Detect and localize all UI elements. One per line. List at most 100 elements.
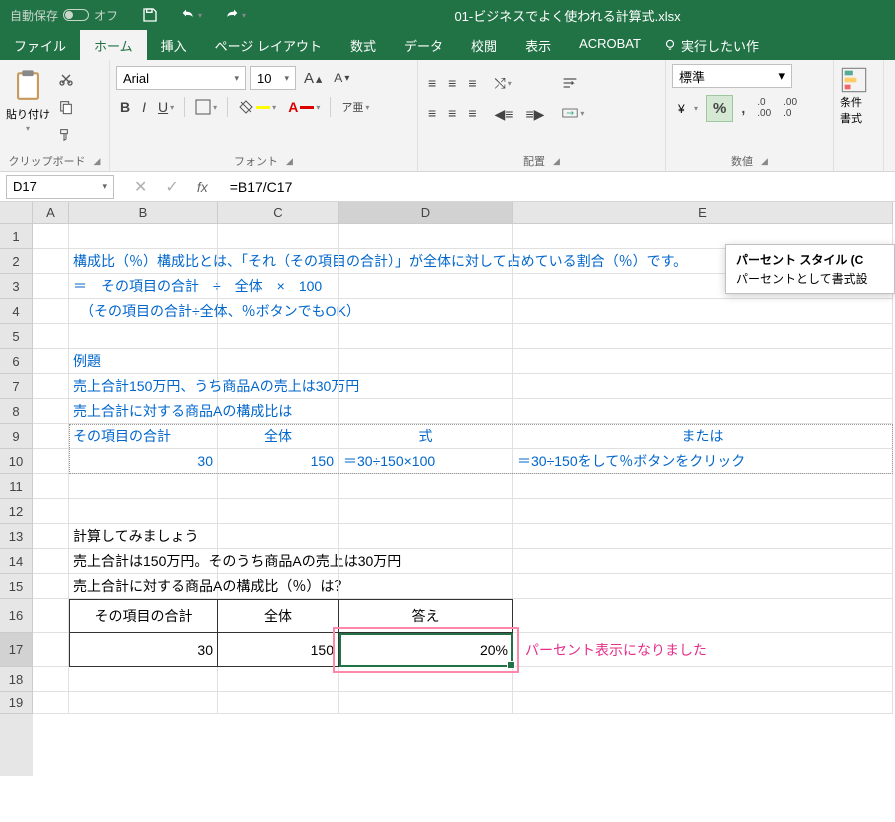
conditional-format-icon[interactable] [840, 66, 868, 94]
font-name-combo[interactable]: Arial▾ [116, 66, 246, 90]
undo-icon[interactable]: ▾ [176, 4, 206, 26]
row-header[interactable]: 5 [0, 324, 33, 349]
row-header[interactable]: 19 [0, 692, 33, 714]
clipboard-dialog-icon[interactable]: ◢ [94, 156, 101, 167]
number-format-combo[interactable]: 標準▾ [672, 64, 792, 88]
redo-icon[interactable]: ▾ [220, 4, 250, 26]
paste-icon[interactable] [11, 68, 45, 104]
tab-view[interactable]: 表示 [511, 30, 565, 60]
decrease-indent-icon[interactable]: ◀≡ [491, 103, 518, 126]
cell[interactable]: 30 [69, 633, 218, 667]
fill-color-button[interactable]: ▾ [234, 96, 280, 118]
underline-button[interactable]: U▾ [154, 96, 178, 118]
row-header[interactable]: 9 [0, 424, 33, 449]
row-header[interactable]: 11 [0, 474, 33, 499]
col-header-a[interactable]: A [33, 202, 69, 224]
row-header[interactable]: 3 [0, 274, 33, 299]
italic-button[interactable]: I [138, 96, 150, 118]
cell[interactable]: 全体 [218, 599, 339, 633]
col-header-d[interactable]: D [339, 202, 513, 224]
cell[interactable]: 150 [218, 633, 339, 667]
cell[interactable]: ＝30÷150をして％ボタンをクリック [513, 449, 893, 474]
cell[interactable]: パーセント表示になりました [513, 633, 893, 667]
row-header[interactable]: 2 [0, 249, 33, 274]
copy-icon[interactable] [54, 96, 78, 118]
cell[interactable]: ＝30÷150×100 [339, 449, 513, 474]
tab-page-layout[interactable]: ページ レイアウト [201, 30, 336, 60]
autosave-toggle[interactable]: 自動保存 オフ [10, 7, 118, 24]
cell[interactable]: ＝ その項目の合計 ÷ 全体 × 100 [69, 274, 218, 299]
cell[interactable]: 売上合計に対する商品Aの構成比は [69, 399, 218, 424]
cell[interactable]: 答え [339, 599, 513, 633]
cell[interactable]: 売上合計に対する商品Aの構成比（％）は？ [69, 574, 218, 599]
font-size-combo[interactable]: 10▾ [250, 66, 296, 90]
align-right-icon[interactable]: ≡ [464, 102, 480, 124]
font-color-button[interactable]: A▾ [284, 96, 324, 118]
paste-label[interactable]: 貼り付け [6, 106, 50, 122]
align-left-icon[interactable]: ≡ [424, 102, 440, 124]
formula-input[interactable]: =B17/C17 [222, 179, 895, 195]
tab-home[interactable]: ホーム [80, 30, 147, 60]
tab-acrobat[interactable]: ACROBAT [565, 30, 655, 60]
worksheet-grid[interactable]: 構成比（％）構成比とは、「それ（その項目の合計）」が全体に対して占めている割合（… [33, 224, 893, 776]
cell[interactable]: 売上合計150万円、うち商品Aの売上は30万円 [69, 374, 218, 399]
row-header[interactable]: 7 [0, 374, 33, 399]
accounting-format-icon[interactable]: ¥▾ [672, 97, 702, 119]
alignment-dialog-icon[interactable]: ◢ [553, 156, 560, 167]
cell[interactable]: その項目の合計 [69, 424, 218, 449]
col-header-c[interactable]: C [218, 202, 339, 224]
cut-icon[interactable] [54, 68, 78, 90]
cell[interactable]: （その項目の合計÷全体、％ボタンでもOK） [69, 299, 218, 324]
row-header[interactable]: 8 [0, 399, 33, 424]
tab-data[interactable]: データ [390, 30, 457, 60]
align-center-icon[interactable]: ≡ [444, 102, 460, 124]
increase-indent-icon[interactable]: ≡▶ [521, 103, 548, 126]
cell[interactable]: 売上合計は150万円。そのうち商品Aの売上は30万円 [69, 549, 218, 574]
row-header[interactable]: 14 [0, 549, 33, 574]
column-headers[interactable]: A B C D E [33, 202, 893, 224]
cell[interactable]: 30 [69, 449, 218, 474]
row-headers[interactable]: 1 2 3 4 5 6 7 8 9 10 11 12 13 14 15 16 1… [0, 224, 33, 776]
row-header[interactable]: 4 [0, 299, 33, 324]
wrap-text-icon[interactable] [558, 72, 582, 94]
row-header[interactable]: 17 [0, 633, 33, 667]
row-header[interactable]: 15 [0, 574, 33, 599]
row-header[interactable]: 12 [0, 499, 33, 524]
row-header[interactable]: 1 [0, 224, 33, 249]
increase-decimal-icon[interactable]: .0.00 [753, 94, 775, 122]
name-box[interactable]: D17▾ [6, 175, 114, 199]
tell-me-search[interactable]: 実行したい作 [655, 30, 767, 60]
border-button[interactable]: ▾ [191, 96, 221, 118]
decrease-decimal-icon[interactable]: .00.0 [779, 94, 801, 122]
tab-insert[interactable]: 挿入 [147, 30, 201, 60]
autosave-switch-icon[interactable] [63, 9, 89, 21]
row-header[interactable]: 18 [0, 667, 33, 692]
row-header[interactable]: 16 [0, 599, 33, 633]
percent-style-button[interactable]: % [706, 95, 733, 122]
cell[interactable]: 20% [339, 633, 513, 667]
align-middle-icon[interactable]: ≡ [444, 72, 460, 94]
cell[interactable]: 式 [339, 424, 513, 449]
increase-font-icon[interactable]: A▴ [300, 67, 326, 90]
row-header[interactable]: 6 [0, 349, 33, 374]
save-icon[interactable] [138, 4, 162, 26]
decrease-font-icon[interactable]: A▾ [330, 68, 353, 88]
tab-file[interactable]: ファイル [0, 30, 80, 60]
comma-style-icon[interactable]: , [737, 97, 749, 119]
cell[interactable]: 構成比（％）構成比とは、「それ（その項目の合計）」が全体に対して占めている割合（… [69, 249, 218, 274]
col-header-b[interactable]: B [69, 202, 218, 224]
col-header-e[interactable]: E [513, 202, 893, 224]
tab-review[interactable]: 校閲 [457, 30, 511, 60]
row-header[interactable]: 13 [0, 524, 33, 549]
cell[interactable]: その項目の合計 [69, 599, 218, 633]
cancel-formula-icon[interactable]: ✕ [134, 177, 147, 197]
font-dialog-icon[interactable]: ◢ [286, 156, 293, 167]
tab-formulas[interactable]: 数式 [336, 30, 390, 60]
align-bottom-icon[interactable]: ≡ [464, 72, 480, 94]
cell[interactable]: または [513, 424, 893, 449]
phonetic-button[interactable]: ア亜▾ [337, 96, 373, 118]
fx-icon[interactable]: fx [197, 179, 208, 195]
orientation-icon[interactable]: ⤭▾ [491, 72, 516, 95]
select-all-corner[interactable] [0, 202, 33, 224]
bold-button[interactable]: B [116, 96, 134, 118]
